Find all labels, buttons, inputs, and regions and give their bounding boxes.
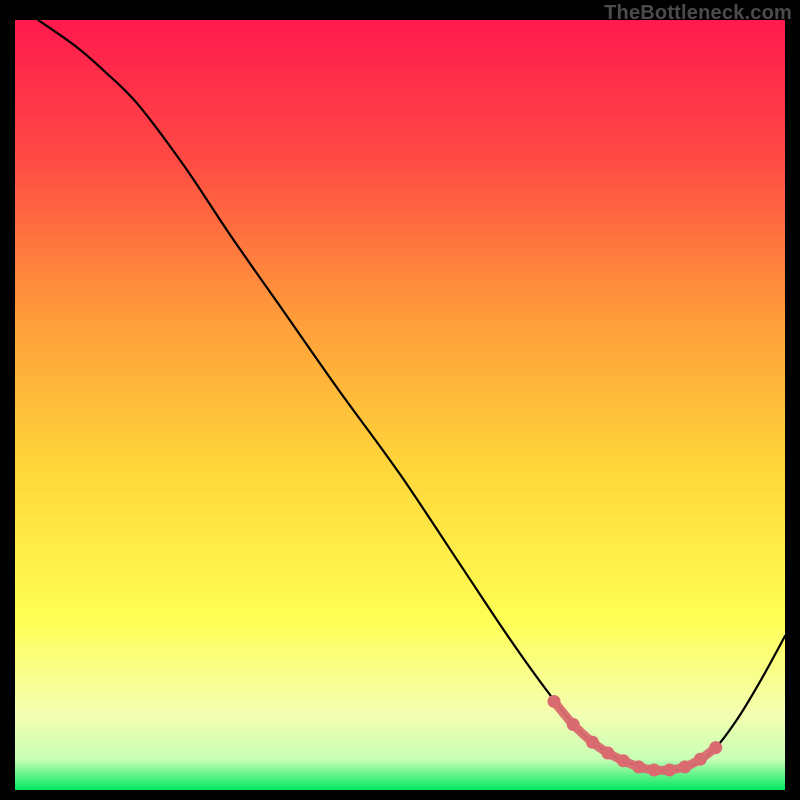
chart-area bbox=[15, 20, 785, 790]
gradient-background bbox=[15, 20, 785, 790]
bottleneck-curve-chart bbox=[15, 20, 785, 790]
